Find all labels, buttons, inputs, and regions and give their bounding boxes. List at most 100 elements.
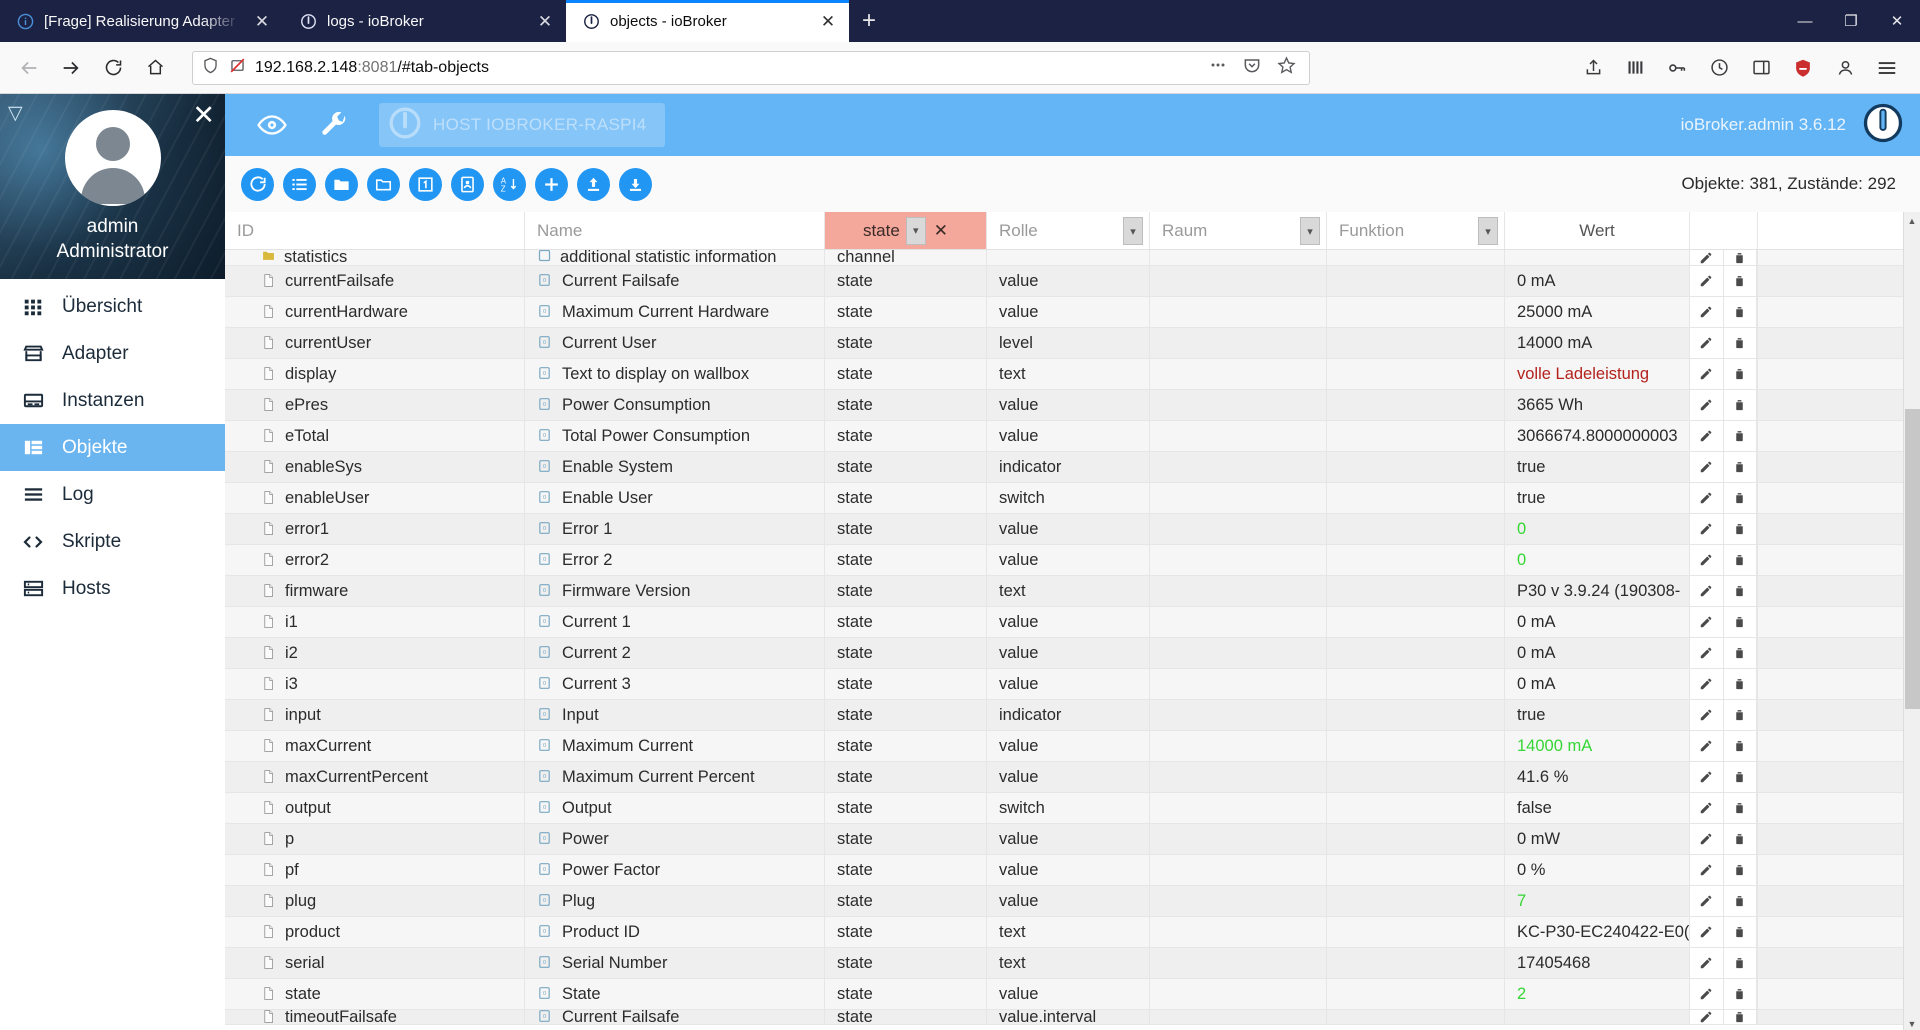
column-header-function[interactable]: Funktion ▾	[1327, 212, 1505, 249]
window-maximize-button[interactable]: ❐	[1828, 0, 1874, 42]
close-icon[interactable]: ✕	[817, 10, 839, 32]
delete-row-button[interactable]	[1723, 793, 1757, 823]
scroll-down-button[interactable]: ▼	[1904, 1015, 1920, 1030]
sidebar-item-log[interactable]: Log	[0, 471, 225, 518]
edit-row-button[interactable]	[1690, 250, 1724, 265]
edit-row-button[interactable]	[1690, 793, 1724, 823]
sidebar-item-uebersicht[interactable]: Übersicht	[0, 283, 225, 330]
url-bar[interactable]: 192.168.2.148:8081/#tab-objects	[192, 50, 1310, 85]
table-row[interactable]: ePres 0 Power Consumption state value 3665 Wh	[225, 390, 1920, 421]
table-row[interactable]: pf 0 Power Factor state value 0 %	[225, 855, 1920, 886]
sidebar-item-hosts[interactable]: Hosts	[0, 565, 225, 612]
delete-row-button[interactable]	[1723, 514, 1757, 544]
clear-filter-button[interactable]: ✕	[934, 221, 948, 241]
menu-icon[interactable]	[1874, 55, 1900, 81]
forward-button[interactable]	[52, 49, 90, 87]
delete-row-button[interactable]	[1723, 452, 1757, 482]
delete-row-button[interactable]	[1723, 762, 1757, 792]
table-row[interactable]: state 0 State state value 2	[225, 979, 1920, 1010]
delete-row-button[interactable]	[1723, 266, 1757, 296]
vertical-scrollbar[interactable]: ▲ ▼	[1903, 212, 1920, 1030]
wrench-icon[interactable]	[303, 94, 365, 156]
filter-select-function[interactable]: Funktion	[1339, 221, 1404, 241]
library-icon[interactable]	[1622, 55, 1648, 81]
reload-button[interactable]	[94, 49, 132, 87]
add-object-button[interactable]	[535, 167, 568, 201]
table-row[interactable]: currentFailsafe 0 Current Failsafe state val…	[225, 266, 1920, 297]
table-row[interactable]: product 0 Product ID state text KC-P30-EC2404…	[225, 917, 1920, 948]
edit-row-button[interactable]	[1690, 762, 1724, 792]
table-row[interactable]: firmware 0 Firmware Version state text P30 v …	[225, 576, 1920, 607]
eye-icon[interactable]	[241, 94, 303, 156]
home-button[interactable]	[136, 49, 174, 87]
import-button[interactable]	[577, 167, 610, 201]
edit-row-button[interactable]	[1690, 514, 1724, 544]
column-header-id[interactable]: ID	[225, 212, 525, 249]
edit-row-button[interactable]	[1690, 545, 1724, 575]
browser-tab-2[interactable]: objects - ioBroker ✕	[566, 0, 849, 42]
password-icon[interactable]	[1664, 55, 1690, 81]
url-text[interactable]: 192.168.2.148:8081/#tab-objects	[255, 59, 1200, 77]
delete-row-button[interactable]	[1723, 669, 1757, 699]
edit-row-button[interactable]	[1690, 700, 1724, 730]
shield-icon[interactable]	[201, 56, 220, 80]
edit-row-button[interactable]	[1690, 979, 1724, 1009]
table-row[interactable]: statistics additional statistic informat…	[225, 250, 1920, 266]
filter-input-name[interactable]: Name	[537, 221, 582, 241]
refresh-button[interactable]	[241, 167, 274, 201]
delete-row-button[interactable]	[1723, 328, 1757, 358]
history-icon[interactable]	[1706, 55, 1732, 81]
delete-row-button[interactable]	[1723, 948, 1757, 978]
export-button[interactable]	[619, 167, 652, 201]
delete-row-button[interactable]	[1723, 855, 1757, 885]
delete-row-button[interactable]	[1723, 297, 1757, 327]
back-button[interactable]	[10, 49, 48, 87]
new-tab-button[interactable]: +	[849, 0, 889, 42]
delete-row-button[interactable]	[1723, 576, 1757, 606]
table-row[interactable]: input 0 Input state indicator true	[225, 700, 1920, 731]
expand-one-level-button[interactable]	[409, 167, 442, 201]
table-row[interactable]: i2 0 Current 2 state value 0 mA	[225, 638, 1920, 669]
star-icon[interactable]	[1276, 55, 1297, 81]
delete-row-button[interactable]	[1723, 731, 1757, 761]
filter-input-id[interactable]: ID	[237, 221, 254, 241]
sort-az-button[interactable]: AZ	[493, 167, 526, 201]
edit-row-button[interactable]	[1690, 390, 1724, 420]
delete-row-button[interactable]	[1723, 250, 1757, 265]
chevron-down-icon[interactable]: ▾	[1300, 217, 1320, 245]
delete-row-button[interactable]	[1723, 545, 1757, 575]
delete-row-button[interactable]	[1723, 1010, 1757, 1024]
edit-row-button[interactable]	[1690, 421, 1724, 451]
edit-row-button[interactable]	[1690, 669, 1724, 699]
delete-row-button[interactable]	[1723, 979, 1757, 1009]
sidebar-item-objekte[interactable]: Objekte	[0, 424, 225, 471]
filter-value-type[interactable]: state	[863, 221, 900, 241]
delete-row-button[interactable]	[1723, 607, 1757, 637]
browser-tab-1[interactable]: logs - ioBroker ✕	[283, 0, 566, 42]
delete-row-button[interactable]	[1723, 390, 1757, 420]
delete-row-button[interactable]	[1723, 421, 1757, 451]
edit-row-button[interactable]	[1690, 297, 1724, 327]
delete-row-button[interactable]	[1723, 483, 1757, 513]
table-row[interactable]: maxCurrent 0 Maximum Current state value 1400…	[225, 731, 1920, 762]
collapse-all-button[interactable]	[367, 167, 400, 201]
chevron-down-icon[interactable]: ▾	[905, 216, 926, 245]
edit-row-button[interactable]	[1690, 266, 1724, 296]
column-header-room[interactable]: Raum ▾	[1150, 212, 1327, 249]
close-icon[interactable]: ✕	[534, 10, 556, 32]
table-row[interactable]: i3 0 Current 3 state value 0 mA	[225, 669, 1920, 700]
delete-row-button[interactable]	[1723, 917, 1757, 947]
share-icon[interactable]	[1580, 55, 1606, 81]
edit-row-button[interactable]	[1690, 1010, 1724, 1024]
chevron-down-icon[interactable]: ▾	[1478, 217, 1498, 245]
show-names-button[interactable]	[451, 167, 484, 201]
expand-all-button[interactable]	[325, 167, 358, 201]
delete-row-button[interactable]	[1723, 638, 1757, 668]
close-icon[interactable]: ✕	[251, 10, 273, 32]
table-row[interactable]: display 0 Text to display on wallbox state t…	[225, 359, 1920, 390]
sidebar-item-adapter[interactable]: Adapter	[0, 330, 225, 377]
window-minimize-button[interactable]: —	[1782, 0, 1828, 42]
edit-row-button[interactable]	[1690, 576, 1724, 606]
window-close-button[interactable]: ✕	[1874, 0, 1920, 42]
edit-row-button[interactable]	[1690, 824, 1724, 854]
